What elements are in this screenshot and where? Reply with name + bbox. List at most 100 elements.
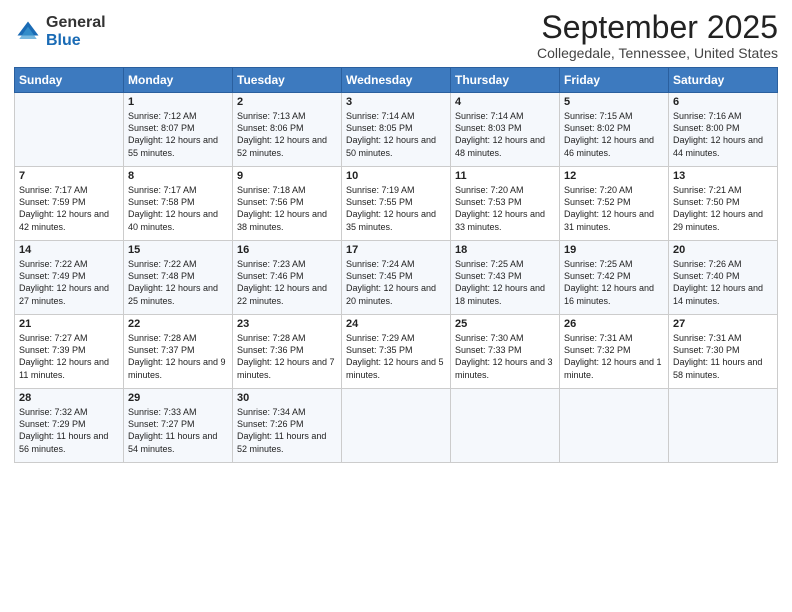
day-info: Sunrise: 7:17 AMSunset: 7:59 PMDaylight:… <box>19 184 119 233</box>
day-number: 5 <box>564 96 664 108</box>
day-info: Sunrise: 7:21 AMSunset: 7:50 PMDaylight:… <box>673 184 773 233</box>
day-number: 22 <box>128 318 228 330</box>
day-info: Sunrise: 7:24 AMSunset: 7:45 PMDaylight:… <box>346 258 446 307</box>
day-number: 16 <box>237 244 337 256</box>
day-info: Sunrise: 7:13 AMSunset: 8:06 PMDaylight:… <box>237 110 337 159</box>
day-info: Sunrise: 7:31 AMSunset: 7:30 PMDaylight:… <box>673 332 773 381</box>
day-number: 1 <box>128 96 228 108</box>
day-number: 12 <box>564 170 664 182</box>
day-number: 17 <box>346 244 446 256</box>
header: General Blue September 2025 Collegedale,… <box>14 10 778 61</box>
calendar-body: 1Sunrise: 7:12 AMSunset: 8:07 PMDaylight… <box>15 93 778 463</box>
day-number: 2 <box>237 96 337 108</box>
col-sunday: Sunday <box>15 68 124 93</box>
day-number: 19 <box>564 244 664 256</box>
calendar-cell <box>342 389 451 463</box>
calendar-cell <box>451 389 560 463</box>
day-info: Sunrise: 7:15 AMSunset: 8:02 PMDaylight:… <box>564 110 664 159</box>
calendar-cell: 17 Sunrise: 7:24 AMSunset: 7:45 PMDayligh… <box>342 241 451 315</box>
col-tuesday: Tuesday <box>233 68 342 93</box>
calendar-cell: 4 Sunrise: 7:14 AMSunset: 8:03 PMDaylight… <box>451 93 560 167</box>
col-saturday: Saturday <box>669 68 778 93</box>
title-block: September 2025 Collegedale, Tennessee, U… <box>537 10 778 61</box>
calendar-cell: 3 Sunrise: 7:14 AMSunset: 8:05 PMDaylight… <box>342 93 451 167</box>
day-number: 8 <box>128 170 228 182</box>
calendar-cell: 29 Sunrise: 7:33 AMSunset: 7:27 PMDayligh… <box>124 389 233 463</box>
week-row-4: 28Sunrise: 7:32 AMSunset: 7:29 PMDayligh… <box>15 389 778 463</box>
calendar-cell: 20 Sunrise: 7:26 AMSunset: 7:40 PMDayligh… <box>669 241 778 315</box>
day-info: Sunrise: 7:16 AMSunset: 8:00 PMDaylight:… <box>673 110 773 159</box>
calendar-cell: 1Sunrise: 7:12 AMSunset: 8:07 PMDaylight… <box>124 93 233 167</box>
day-number: 27 <box>673 318 773 330</box>
col-wednesday: Wednesday <box>342 68 451 93</box>
logo-blue: Blue <box>46 32 81 49</box>
calendar-cell: 14 Sunrise: 7:22 AMSunset: 7:49 PMDayligh… <box>15 241 124 315</box>
day-number: 26 <box>564 318 664 330</box>
day-number: 14 <box>19 244 119 256</box>
calendar-cell: 15Sunrise: 7:22 AMSunset: 7:48 PMDayligh… <box>124 241 233 315</box>
day-info: Sunrise: 7:26 AMSunset: 7:40 PMDaylight:… <box>673 258 773 307</box>
day-info: Sunrise: 7:14 AMSunset: 8:05 PMDaylight:… <box>346 110 446 159</box>
page: General Blue September 2025 Collegedale,… <box>0 0 792 612</box>
day-number: 15 <box>128 244 228 256</box>
week-row-3: 21Sunrise: 7:27 AMSunset: 7:39 PMDayligh… <box>15 315 778 389</box>
calendar-cell: 18 Sunrise: 7:25 AMSunset: 7:43 PMDayligh… <box>451 241 560 315</box>
day-number: 9 <box>237 170 337 182</box>
day-number: 4 <box>455 96 555 108</box>
calendar-cell: 10Sunrise: 7:19 AMSunset: 7:55 PMDayligh… <box>342 167 451 241</box>
day-number: 11 <box>455 170 555 182</box>
calendar-cell: 27 Sunrise: 7:31 AMSunset: 7:30 PMDayligh… <box>669 315 778 389</box>
calendar-cell: 25Sunrise: 7:30 AMSunset: 7:33 PMDayligh… <box>451 315 560 389</box>
week-row-0: 1Sunrise: 7:12 AMSunset: 8:07 PMDaylight… <box>15 93 778 167</box>
calendar-cell: 9 Sunrise: 7:18 AMSunset: 7:56 PMDaylight… <box>233 167 342 241</box>
calendar-cell: 23 Sunrise: 7:28 AMSunset: 7:36 PMDayligh… <box>233 315 342 389</box>
day-info: Sunrise: 7:20 AMSunset: 7:53 PMDaylight:… <box>455 184 555 233</box>
calendar-cell <box>15 93 124 167</box>
calendar-cell: 8Sunrise: 7:17 AMSunset: 7:58 PMDaylight… <box>124 167 233 241</box>
day-info: Sunrise: 7:18 AMSunset: 7:56 PMDaylight:… <box>237 184 337 233</box>
day-info: Sunrise: 7:28 AMSunset: 7:37 PMDaylight:… <box>128 332 228 381</box>
calendar-table: Sunday Monday Tuesday Wednesday Thursday… <box>14 67 778 463</box>
logo-text: General Blue <box>46 14 106 49</box>
day-info: Sunrise: 7:14 AMSunset: 8:03 PMDaylight:… <box>455 110 555 159</box>
calendar-cell: 19Sunrise: 7:25 AMSunset: 7:42 PMDayligh… <box>560 241 669 315</box>
calendar-cell: 13Sunrise: 7:21 AMSunset: 7:50 PMDayligh… <box>669 167 778 241</box>
logo: General Blue <box>14 14 106 49</box>
col-monday: Monday <box>124 68 233 93</box>
day-number: 29 <box>128 392 228 404</box>
day-info: Sunrise: 7:25 AMSunset: 7:43 PMDaylight:… <box>455 258 555 307</box>
calendar-cell: 5 Sunrise: 7:15 AMSunset: 8:02 PMDaylight… <box>560 93 669 167</box>
day-info: Sunrise: 7:30 AMSunset: 7:33 PMDaylight:… <box>455 332 555 381</box>
day-info: Sunrise: 7:20 AMSunset: 7:52 PMDaylight:… <box>564 184 664 233</box>
calendar-cell: 7 Sunrise: 7:17 AMSunset: 7:59 PMDaylight… <box>15 167 124 241</box>
calendar-cell: 26 Sunrise: 7:31 AMSunset: 7:32 PMDayligh… <box>560 315 669 389</box>
calendar-cell: 24Sunrise: 7:29 AMSunset: 7:35 PMDayligh… <box>342 315 451 389</box>
day-number: 7 <box>19 170 119 182</box>
day-info: Sunrise: 7:22 AMSunset: 7:49 PMDaylight:… <box>19 258 119 307</box>
calendar-cell: 12 Sunrise: 7:20 AMSunset: 7:52 PMDayligh… <box>560 167 669 241</box>
day-info: Sunrise: 7:23 AMSunset: 7:46 PMDaylight:… <box>237 258 337 307</box>
calendar-cell: 16 Sunrise: 7:23 AMSunset: 7:46 PMDayligh… <box>233 241 342 315</box>
day-info: Sunrise: 7:28 AMSunset: 7:36 PMDaylight:… <box>237 332 337 381</box>
day-info: Sunrise: 7:31 AMSunset: 7:32 PMDaylight:… <box>564 332 664 381</box>
day-number: 3 <box>346 96 446 108</box>
calendar-cell: 30 Sunrise: 7:34 AMSunset: 7:26 PMDayligh… <box>233 389 342 463</box>
day-number: 23 <box>237 318 337 330</box>
col-friday: Friday <box>560 68 669 93</box>
calendar-cell <box>560 389 669 463</box>
week-row-1: 7 Sunrise: 7:17 AMSunset: 7:59 PMDaylight… <box>15 167 778 241</box>
day-info: Sunrise: 7:33 AMSunset: 7:27 PMDaylight:… <box>128 406 228 455</box>
col-thursday: Thursday <box>451 68 560 93</box>
page-title: September 2025 <box>537 10 778 45</box>
calendar-cell: 22 Sunrise: 7:28 AMSunset: 7:37 PMDayligh… <box>124 315 233 389</box>
calendar-cell: 11 Sunrise: 7:20 AMSunset: 7:53 PMDayligh… <box>451 167 560 241</box>
calendar-cell: 28Sunrise: 7:32 AMSunset: 7:29 PMDayligh… <box>15 389 124 463</box>
calendar-cell <box>669 389 778 463</box>
calendar-cell: 6 Sunrise: 7:16 AMSunset: 8:00 PMDaylight… <box>669 93 778 167</box>
day-number: 18 <box>455 244 555 256</box>
day-number: 20 <box>673 244 773 256</box>
day-info: Sunrise: 7:34 AMSunset: 7:26 PMDaylight:… <box>237 406 337 455</box>
day-number: 6 <box>673 96 773 108</box>
week-row-2: 14 Sunrise: 7:22 AMSunset: 7:49 PMDayligh… <box>15 241 778 315</box>
day-number: 30 <box>237 392 337 404</box>
